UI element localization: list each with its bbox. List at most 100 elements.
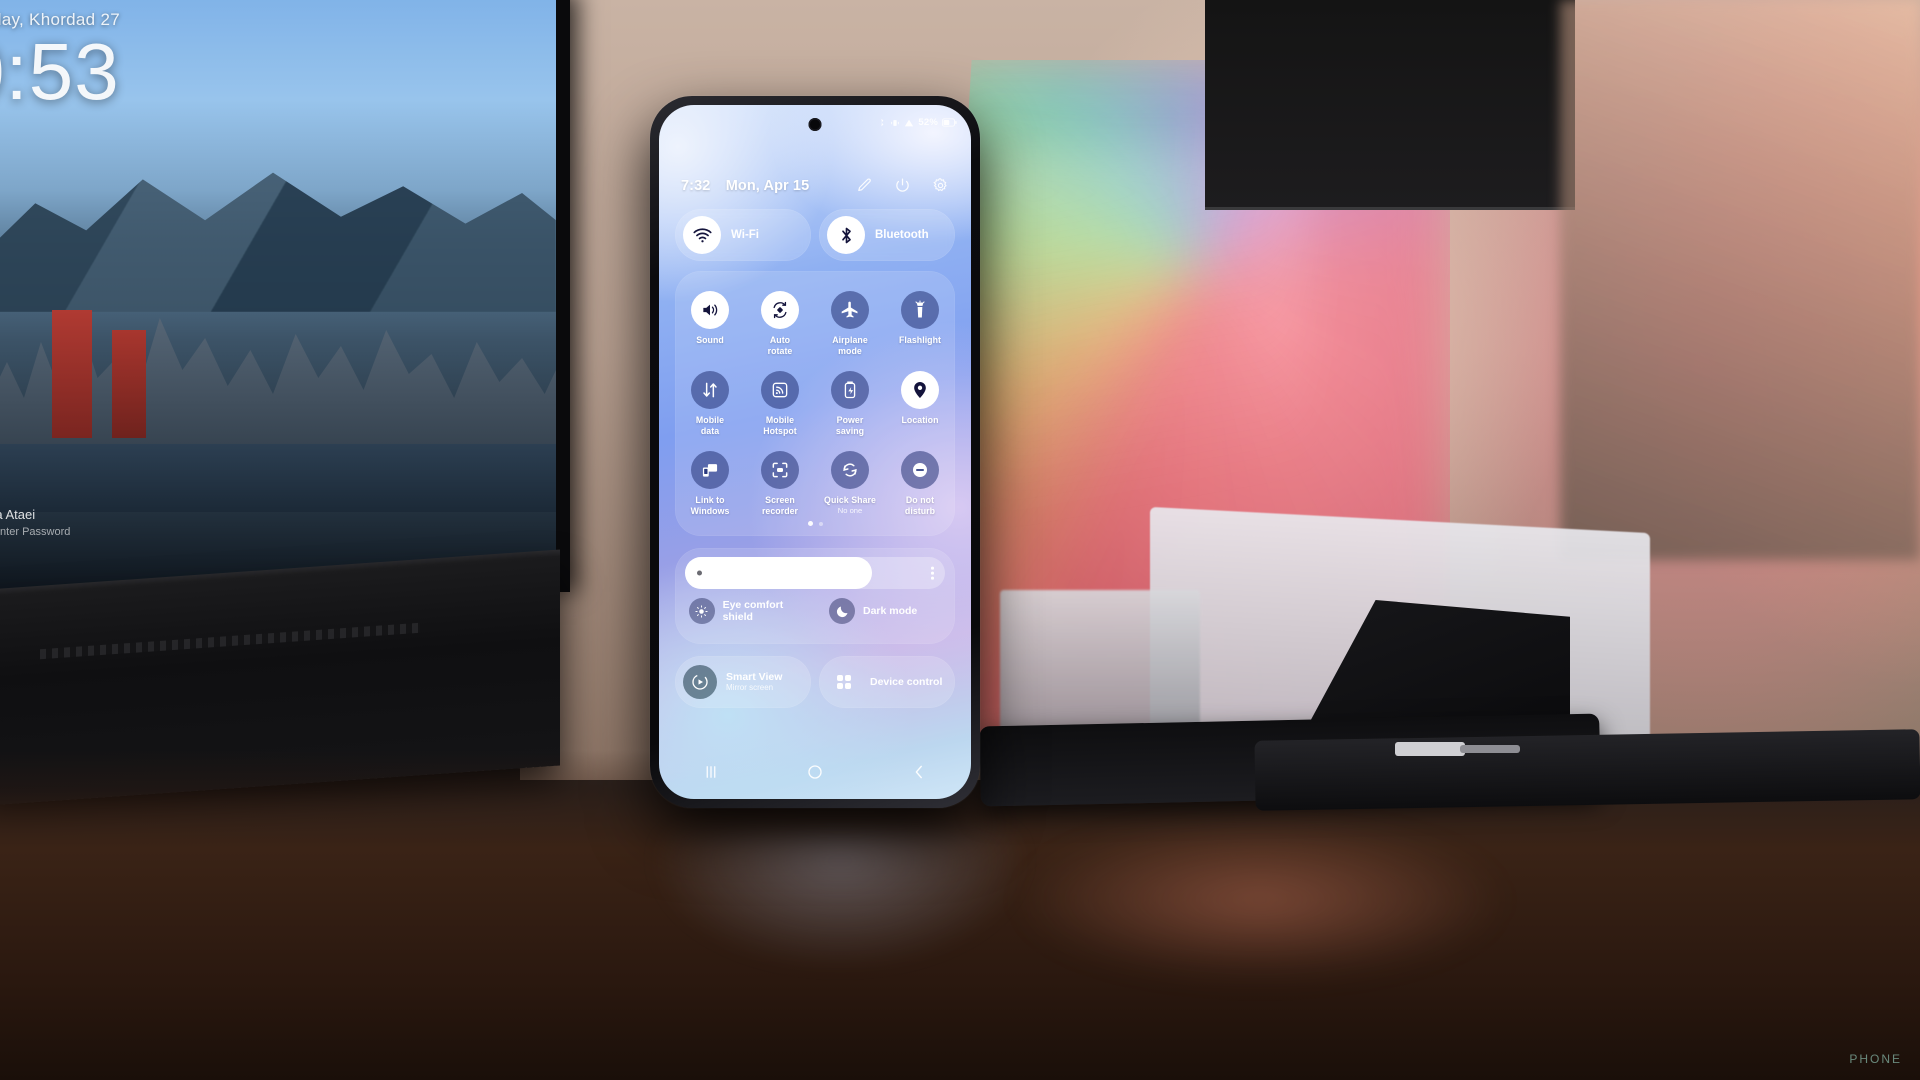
quick-settings-grid: Sound Auto rotate Airplane mode Flashlig… xyxy=(675,291,955,517)
bottom-action-row: Smart View Mirror screen Device control xyxy=(675,656,955,708)
back-icon[interactable] xyxy=(910,763,928,781)
edit-icon[interactable] xyxy=(856,177,873,194)
settings-icon[interactable] xyxy=(932,177,949,194)
usb-cable-tail xyxy=(1460,745,1520,753)
wallpaper-red-tower-1 xyxy=(52,310,92,438)
device-control-icon xyxy=(827,665,861,699)
brightness-panel: Eye comfort shield Dark mode xyxy=(675,548,955,644)
page-dot-active[interactable] xyxy=(807,521,813,526)
tile-label: Do not disturb xyxy=(904,495,936,516)
recents-icon[interactable] xyxy=(702,763,720,781)
monitor-top-right xyxy=(1205,0,1575,210)
phone-device: 52% 7:32 Mon, Apr 15 Wi-Fi Bluetooth Sou… xyxy=(650,96,980,808)
power-saving-icon xyxy=(831,371,869,409)
tile-link-to-windows[interactable]: Link to Windows xyxy=(675,451,745,517)
lockscreen-username: iva Ataei xyxy=(0,507,36,522)
wifi-pill[interactable]: Wi-Fi xyxy=(675,209,811,261)
phone-screen: 52% 7:32 Mon, Apr 15 Wi-Fi Bluetooth Sou… xyxy=(659,105,971,799)
home-icon[interactable] xyxy=(806,763,824,781)
power-icon[interactable] xyxy=(894,177,911,194)
header-icon-group xyxy=(856,177,949,194)
tile-label: Airplane mode xyxy=(832,335,868,356)
kebab-menu-icon[interactable] xyxy=(931,566,934,580)
right-backdrop-panel xyxy=(1560,0,1920,560)
device-control-button[interactable]: Device control xyxy=(819,656,955,708)
phone-lying-flat-2 xyxy=(1254,729,1920,811)
tile-auto-rotate[interactable]: Auto rotate xyxy=(745,291,815,357)
hotspot-icon xyxy=(761,371,799,409)
display-mode-row: Eye comfort shield Dark mode xyxy=(675,598,955,624)
battery-percent: 52% xyxy=(918,117,938,128)
vibrate-icon xyxy=(890,118,900,128)
wallpaper-red-tower-2 xyxy=(112,330,146,438)
header-time: 7:32 xyxy=(681,177,711,194)
do-not-disturb-icon xyxy=(901,451,939,489)
tile-location[interactable]: Location xyxy=(885,371,955,437)
wifi-icon xyxy=(683,216,721,254)
status-bar: 52% xyxy=(877,117,957,128)
tile-label: Sound xyxy=(696,335,724,345)
bluetooth-icon xyxy=(827,216,865,254)
tile-quick-share[interactable]: Quick Share No one xyxy=(815,451,885,517)
moon-icon xyxy=(829,598,855,624)
tile-mobile-data[interactable]: Mobile data xyxy=(675,371,745,437)
location-icon xyxy=(901,371,939,409)
brightness-fill xyxy=(685,557,873,589)
connectivity-pills: Wi-Fi Bluetooth xyxy=(675,209,955,261)
speaker-box xyxy=(1000,590,1200,730)
eye-comfort-shield-toggle[interactable]: Eye comfort shield xyxy=(675,598,815,624)
navigation-bar xyxy=(659,751,971,793)
header-date: Mon, Apr 15 xyxy=(725,177,810,194)
header-clock-date: 7:32 Mon, Apr 15 xyxy=(681,178,809,194)
bluetooth-pill[interactable]: Bluetooth xyxy=(819,209,955,261)
page-indicator xyxy=(675,521,955,526)
tile-label: Auto rotate xyxy=(767,335,793,356)
smart-view-text: Smart View Mirror screen xyxy=(726,671,782,693)
front-camera xyxy=(808,118,822,131)
laptop-screen: rday, Khordad 27 0:53 iva Ataei r Enter … xyxy=(0,0,570,592)
quick-panel-header: 7:32 Mon, Apr 15 xyxy=(659,177,971,194)
airplane-icon xyxy=(831,291,869,329)
tile-power-saving[interactable]: Power saving xyxy=(815,371,885,437)
tile-label: Power saving xyxy=(835,415,865,436)
flashlight-icon xyxy=(901,291,939,329)
sound-icon xyxy=(691,291,729,329)
battery-icon xyxy=(942,118,957,127)
usb-cable xyxy=(1395,742,1465,756)
quick-share-icon xyxy=(831,451,869,489)
tile-mobile-hotspot[interactable]: Mobile Hotspot xyxy=(745,371,815,437)
device-control-text: Device control xyxy=(870,676,942,688)
tile-label: Flashlight xyxy=(898,335,942,345)
tile-label: Link to Windows xyxy=(690,495,730,516)
smart-view-button[interactable]: Smart View Mirror screen xyxy=(675,656,811,708)
lockscreen-time: 0:53 xyxy=(0,27,120,116)
smart-view-title: Smart View xyxy=(726,671,783,683)
brightness-slider[interactable] xyxy=(685,557,945,589)
quick-settings-panel: Sound Auto rotate Airplane mode Flashlig… xyxy=(675,271,955,536)
tile-sublabel: No one xyxy=(837,506,863,515)
brightness-knob-dot xyxy=(697,570,702,576)
tile-screen-recorder[interactable]: Screen recorder xyxy=(745,451,815,517)
screen-recorder-icon xyxy=(761,451,799,489)
auto-rotate-icon xyxy=(761,291,799,329)
wifi-label: Wi-Fi xyxy=(731,229,759,241)
watermark: PHONE xyxy=(1849,1052,1902,1066)
tile-airplane-mode[interactable]: Airplane mode xyxy=(815,291,885,357)
dark-mode-label: Dark mode xyxy=(863,605,918,617)
bluetooth-icon xyxy=(877,117,886,128)
smart-view-icon xyxy=(683,665,717,699)
desk-reflection-right xyxy=(980,820,1680,1020)
signal-icon xyxy=(904,118,914,128)
link-windows-icon xyxy=(691,451,729,489)
tile-label: Location xyxy=(901,415,939,425)
mobile-data-icon xyxy=(691,371,729,409)
dark-mode-toggle[interactable]: Dark mode xyxy=(815,598,955,624)
tile-label: Mobile Hotspot xyxy=(763,415,797,436)
tile-do-not-disturb[interactable]: Do not disturb xyxy=(885,451,955,517)
eye-comfort-icon xyxy=(689,598,715,624)
lockscreen-password-hint: r Enter Password xyxy=(0,526,71,538)
bluetooth-label: Bluetooth xyxy=(875,229,929,241)
tile-flashlight[interactable]: Flashlight xyxy=(885,291,955,357)
tile-sound[interactable]: Sound xyxy=(675,291,745,357)
page-dot[interactable] xyxy=(818,521,823,526)
